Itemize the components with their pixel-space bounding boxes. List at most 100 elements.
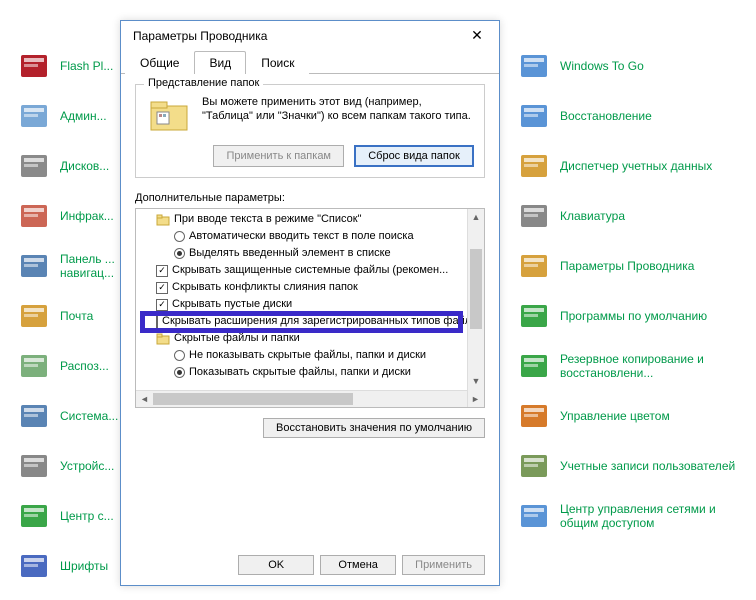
control-panel-item[interactable]: Windows To Go	[518, 50, 746, 82]
control-panel-item[interactable]: Устройс...	[18, 450, 118, 482]
control-panel-item[interactable]: Распоз...	[18, 350, 118, 382]
control-panel-item[interactable]: Программы по умолчанию	[518, 300, 746, 332]
control-panel-item[interactable]: Панель ... навигац...	[18, 250, 118, 282]
control-panel-item[interactable]: Резервное копирование и восстановлени...	[518, 350, 746, 382]
tree-item[interactable]: Не показывать скрытые файлы, папки и дис…	[142, 347, 465, 364]
folder-options-dialog: Параметры Проводника ✕ Общие Вид Поиск П…	[120, 20, 500, 586]
control-panel-item[interactable]: Flash Pl...	[18, 50, 118, 82]
control-panel-item-label: Учетные записи пользователей	[560, 459, 735, 473]
tree-item[interactable]: Скрывать конфликты слияния папок	[142, 279, 465, 296]
device-icon	[18, 450, 50, 482]
control-panel-item[interactable]: Управление цветом	[518, 400, 746, 432]
tree-item-label: Скрывать защищенные системные файлы (рек…	[172, 262, 448, 279]
control-panel-item-label: Админ...	[60, 109, 107, 123]
tree-item[interactable]: При вводе текста в режиме "Список"	[142, 211, 465, 228]
control-panel-item[interactable]: Почта	[18, 300, 118, 332]
cred-icon	[518, 150, 550, 182]
folder-icon	[146, 95, 192, 135]
ok-button[interactable]: OK	[238, 555, 314, 575]
scrollbar-vertical[interactable]: ▲ ▼	[467, 209, 484, 407]
control-panel-item[interactable]: Шрифты	[18, 550, 118, 582]
recovery-icon	[518, 100, 550, 132]
sync-icon	[18, 500, 50, 532]
taskbar-icon	[18, 250, 50, 282]
scroll-up-icon[interactable]: ▲	[468, 209, 484, 226]
control-panel-item-label: Дисков...	[60, 159, 109, 173]
tree-item-label: При вводе текста в режиме "Список"	[174, 211, 361, 228]
mail-icon	[18, 300, 50, 332]
infra-icon	[18, 200, 50, 232]
tree-item-label: Скрывать пустые диски	[172, 296, 292, 313]
color-icon	[518, 400, 550, 432]
radio[interactable]	[174, 350, 185, 361]
tree-item-label: Скрывать расширения для зарегистрированн…	[162, 313, 467, 330]
control-panel-item[interactable]: Центр с...	[18, 500, 118, 532]
control-panel-item[interactable]: Учетные записи пользователей	[518, 450, 746, 482]
control-panel-item[interactable]: Админ...	[18, 100, 118, 132]
restore-defaults-button[interactable]: Восстановить значения по умолчанию	[263, 418, 485, 438]
control-panel-item-label: Почта	[60, 309, 93, 323]
tree-item-label: Автоматически вводить текст в поле поиск…	[189, 228, 414, 245]
tree-item[interactable]: Скрывать расширения для зарегистрированн…	[142, 313, 465, 330]
wtg-icon	[518, 50, 550, 82]
reset-folders-button[interactable]: Сброс вида папок	[354, 145, 474, 167]
control-panel-item-label: Flash Pl...	[60, 59, 113, 73]
control-panel-item-label: Параметры Проводника	[560, 259, 694, 273]
tree-item[interactable]: Скрытые файлы и папки	[142, 330, 465, 347]
tree-item-label: Скрытые файлы и папки	[174, 330, 300, 347]
scroll-down-icon[interactable]: ▼	[468, 373, 484, 390]
control-panel-item[interactable]: Инфрак...	[18, 200, 118, 232]
folder-icon	[156, 332, 170, 346]
radio[interactable]	[174, 231, 185, 242]
tab-view[interactable]: Вид	[194, 51, 246, 74]
folder-views-text: Вы можете применить этот вид (например, …	[202, 95, 474, 135]
tab-general[interactable]: Общие	[125, 51, 194, 74]
tree-item[interactable]: Выделять введенный элемент в списке	[142, 245, 465, 262]
control-panel-item[interactable]: Диспетчер учетных данных	[518, 150, 746, 182]
titlebar[interactable]: Параметры Проводника ✕	[121, 21, 499, 51]
scrollbar-horizontal[interactable]: ◄ ►	[136, 390, 467, 407]
control-panel-item-label: Диспетчер учетных данных	[560, 159, 712, 173]
cancel-button[interactable]: Отмена	[320, 555, 396, 575]
checkbox[interactable]	[156, 316, 158, 328]
tree-item[interactable]: Скрывать пустые диски	[142, 296, 465, 313]
explorer-icon	[518, 250, 550, 282]
checkbox[interactable]	[156, 282, 168, 294]
scroll-thumb-h[interactable]	[153, 393, 353, 405]
checkbox[interactable]	[156, 299, 168, 311]
users-icon	[518, 450, 550, 482]
speech-icon	[18, 350, 50, 382]
tree-item[interactable]: Автоматически вводить текст в поле поиск…	[142, 228, 465, 245]
control-panel-item[interactable]: Центр управления сетями и общим доступом	[518, 500, 746, 532]
folder-views-group: Представление папок Вы можете применить …	[135, 84, 485, 178]
control-panel-item-label: Резервное копирование и восстановлени...	[560, 352, 746, 380]
group-legend: Представление папок	[144, 77, 263, 89]
scroll-thumb-v[interactable]	[470, 249, 482, 329]
control-panel-item[interactable]: Дисков...	[18, 150, 118, 182]
control-panel-item-label: Распоз...	[60, 359, 109, 373]
apply-button[interactable]: Применить	[402, 555, 485, 575]
advanced-label: Дополнительные параметры:	[135, 192, 485, 204]
control-panel-item[interactable]: Системa...	[18, 400, 118, 432]
control-panel-item-label: Windows To Go	[560, 59, 644, 73]
control-panel-item-label: Центр с...	[60, 509, 114, 523]
control-panel-item[interactable]: Восстановление	[518, 100, 746, 132]
system-icon	[18, 400, 50, 432]
tree-item[interactable]: Скрывать защищенные системные файлы (рек…	[142, 262, 465, 279]
scroll-right-icon[interactable]: ►	[467, 391, 484, 407]
control-panel-item[interactable]: Параметры Проводника	[518, 250, 746, 282]
tree-item[interactable]: Показывать скрытые файлы, папки и диски	[142, 364, 465, 381]
disk-icon	[18, 150, 50, 182]
radio[interactable]	[174, 248, 185, 259]
flash-icon	[18, 50, 50, 82]
tab-search[interactable]: Поиск	[246, 51, 309, 74]
control-panel-item-label: Клавиатура	[560, 209, 625, 223]
control-panel-item-label: Программы по умолчанию	[560, 309, 707, 323]
folder-icon	[156, 213, 170, 227]
apply-to-folders-button[interactable]: Применить к папкам	[213, 145, 344, 167]
control-panel-item[interactable]: Клавиатура	[518, 200, 746, 232]
scroll-left-icon[interactable]: ◄	[136, 391, 153, 407]
radio[interactable]	[174, 367, 185, 378]
checkbox[interactable]	[156, 265, 168, 277]
close-icon[interactable]: ✕	[463, 26, 491, 46]
